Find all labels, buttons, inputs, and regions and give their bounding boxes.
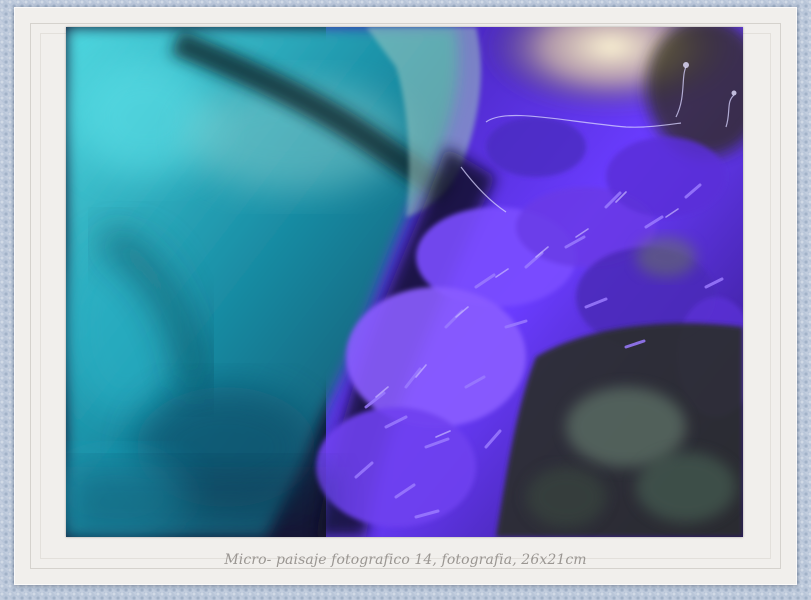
- photo-caption: Micro- paisaje fotografico 14, fotografi…: [224, 552, 587, 568]
- moss-photo-illustration: [66, 27, 743, 537]
- photo-frame: [14, 7, 797, 585]
- photograph: [66, 27, 743, 537]
